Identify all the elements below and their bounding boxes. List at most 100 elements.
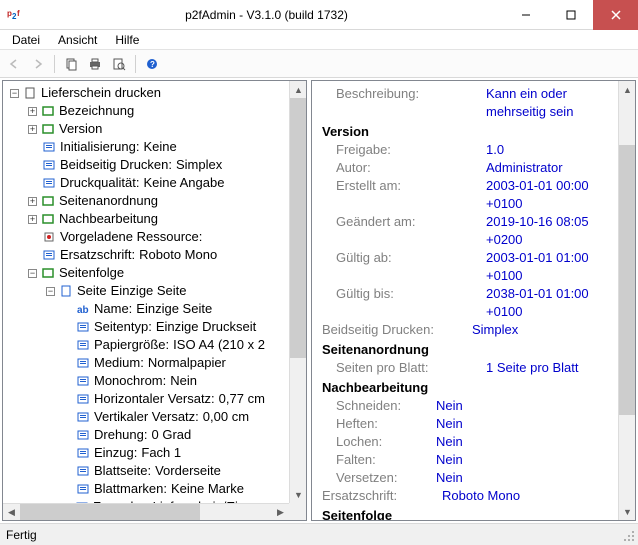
property-icon — [75, 391, 91, 407]
detail-label: Gültig bis: — [336, 285, 486, 321]
main-area: − Lieferschein drucken + Bezeichnung + V… — [0, 78, 638, 523]
detail-label: Autor: — [336, 159, 486, 177]
tree-item-duplex[interactable]: Beidseitig Drucken: Simplex — [3, 156, 306, 174]
tree-scrollbar-horizontal[interactable]: ◀ ▶ — [3, 503, 289, 520]
scroll-thumb[interactable] — [290, 98, 306, 358]
detail-label: Ersatzschrift: — [322, 487, 442, 505]
tree-item-init[interactable]: Initialisierung: Keine — [3, 138, 306, 156]
tree-item-preloaded[interactable]: Vorgeladene Ressource: — [3, 228, 306, 246]
close-button[interactable] — [593, 0, 638, 30]
tree-item-seitentyp[interactable]: Seitentyp: Einzige Druckseit — [3, 318, 306, 336]
help-button[interactable]: ? — [141, 53, 163, 75]
detail-value: 1 Seite pro Blatt — [486, 359, 579, 377]
svg-text:?: ? — [150, 60, 155, 69]
toolbar-separator — [135, 55, 136, 73]
scroll-thumb[interactable] — [619, 145, 635, 415]
property-icon — [41, 139, 57, 155]
menu-file[interactable]: Datei — [4, 32, 48, 48]
tree-item-rotation[interactable]: Drehung: 0 Grad — [3, 426, 306, 444]
statusbar: Fertig — [0, 523, 638, 545]
tree-item-seitenfolge[interactable]: − Seitenfolge — [3, 264, 306, 282]
detail-value: 2038-01-01 01:00 +0100 — [486, 285, 625, 321]
property-icon — [41, 247, 57, 263]
collapse-icon[interactable]: − — [46, 287, 55, 296]
group-icon — [40, 103, 56, 119]
detail-section: Seitenfolge — [322, 507, 625, 521]
back-button[interactable] — [3, 53, 25, 75]
detail-value: Nein — [436, 415, 463, 433]
app-icon: p 2 f — [0, 0, 30, 30]
scroll-right-icon[interactable]: ▶ — [272, 504, 289, 521]
detail-value: Administrator — [486, 159, 563, 177]
tree-item-seite[interactable]: − Seite Einzige Seite — [3, 282, 306, 300]
scroll-up-icon[interactable]: ▲ — [290, 81, 307, 98]
tree-item-marks[interactable]: Blattmarken: Keine Marke — [3, 480, 306, 498]
scroll-thumb[interactable] — [20, 504, 200, 520]
tree-item-vshift[interactable]: Vertikaler Versatz: 0,00 cm — [3, 408, 306, 426]
tree-item-tray[interactable]: Einzug: Fach 1 — [3, 444, 306, 462]
property-icon — [75, 337, 91, 353]
scroll-down-icon[interactable]: ▼ — [290, 486, 307, 503]
detail-value: Nein — [436, 433, 463, 451]
tree-item-papier[interactable]: Papiergröße: ISO A4 (210 x 2 — [3, 336, 306, 354]
page-icon — [58, 283, 74, 299]
document-icon — [22, 85, 38, 101]
property-icon — [41, 175, 57, 191]
tree[interactable]: − Lieferschein drucken + Bezeichnung + V… — [3, 81, 306, 519]
tree-item-nachbearbeitung[interactable]: + Nachbearbeitung — [3, 210, 306, 228]
titlebar: p 2 f p2fAdmin - V3.1.0 (build 1732) — [0, 0, 638, 30]
detail-label: Geändert am: — [336, 213, 486, 249]
tree-item-subfont[interactable]: Ersatzschrift: Roboto Mono — [3, 246, 306, 264]
menubar: Datei Ansicht Hilfe — [0, 30, 638, 50]
detail-value: Roboto Mono — [442, 487, 520, 505]
preview-button[interactable] — [108, 53, 130, 75]
detail-value: 2003-01-01 00:00 +0100 — [486, 177, 625, 213]
tree-item-version[interactable]: + Version — [3, 120, 306, 138]
copy-button[interactable] — [60, 53, 82, 75]
tree-item-hshift[interactable]: Horizontaler Versatz: 0,77 cm — [3, 390, 306, 408]
property-icon — [75, 355, 91, 371]
detail-scrollbar-vertical[interactable]: ▲ ▼ — [618, 81, 635, 520]
expand-icon[interactable]: + — [28, 197, 37, 206]
collapse-icon[interactable]: − — [10, 89, 19, 98]
text-icon: ab — [75, 301, 91, 317]
expand-icon[interactable]: + — [28, 125, 37, 134]
scroll-corner — [289, 503, 306, 520]
window-controls — [503, 0, 638, 30]
toolbar-separator — [54, 55, 55, 73]
tree-item-medium[interactable]: Medium: Normalpapier — [3, 354, 306, 372]
expand-icon[interactable]: + — [28, 107, 37, 116]
detail-label: Erstellt am: — [336, 177, 486, 213]
tree-scrollbar-vertical[interactable]: ▲ ▼ — [289, 81, 306, 503]
detail-label: Beschreibung: — [336, 85, 486, 121]
scroll-down-icon[interactable]: ▼ — [619, 503, 636, 520]
group-icon — [40, 193, 56, 209]
resize-grip-icon[interactable] — [622, 529, 636, 543]
menu-help[interactable]: Hilfe — [107, 32, 147, 48]
property-icon — [75, 445, 91, 461]
collapse-icon[interactable]: − — [28, 269, 37, 278]
svg-text:ab: ab — [77, 305, 89, 316]
detail-label: Freigabe: — [336, 141, 486, 159]
menu-view[interactable]: Ansicht — [50, 32, 105, 48]
scroll-left-icon[interactable]: ◀ — [3, 504, 20, 521]
tree-item-bezeichnung[interactable]: + Bezeichnung — [3, 102, 306, 120]
property-icon — [75, 319, 91, 335]
status-text: Fertig — [6, 528, 37, 542]
maximize-button[interactable] — [548, 0, 593, 30]
scroll-up-icon[interactable]: ▲ — [619, 81, 636, 98]
tree-item-quality[interactable]: Druckqualität: Keine Angabe — [3, 174, 306, 192]
minimize-button[interactable] — [503, 0, 548, 30]
print-button[interactable] — [84, 53, 106, 75]
detail-label: Versetzen: — [336, 469, 436, 487]
tree-item-side[interactable]: Blattseite: Vorderseite — [3, 462, 306, 480]
expand-icon[interactable]: + — [28, 215, 37, 224]
detail-value: Nein — [436, 397, 463, 415]
tree-item-mono[interactable]: Monochrom: Nein — [3, 372, 306, 390]
tree-root[interactable]: − Lieferschein drucken — [3, 84, 306, 102]
forward-button[interactable] — [27, 53, 49, 75]
group-icon — [40, 211, 56, 227]
detail-label: Lochen: — [336, 433, 436, 451]
tree-item-seitenanordnung[interactable]: + Seitenanordnung — [3, 192, 306, 210]
tree-item-name[interactable]: ab Name: Einzige Seite — [3, 300, 306, 318]
